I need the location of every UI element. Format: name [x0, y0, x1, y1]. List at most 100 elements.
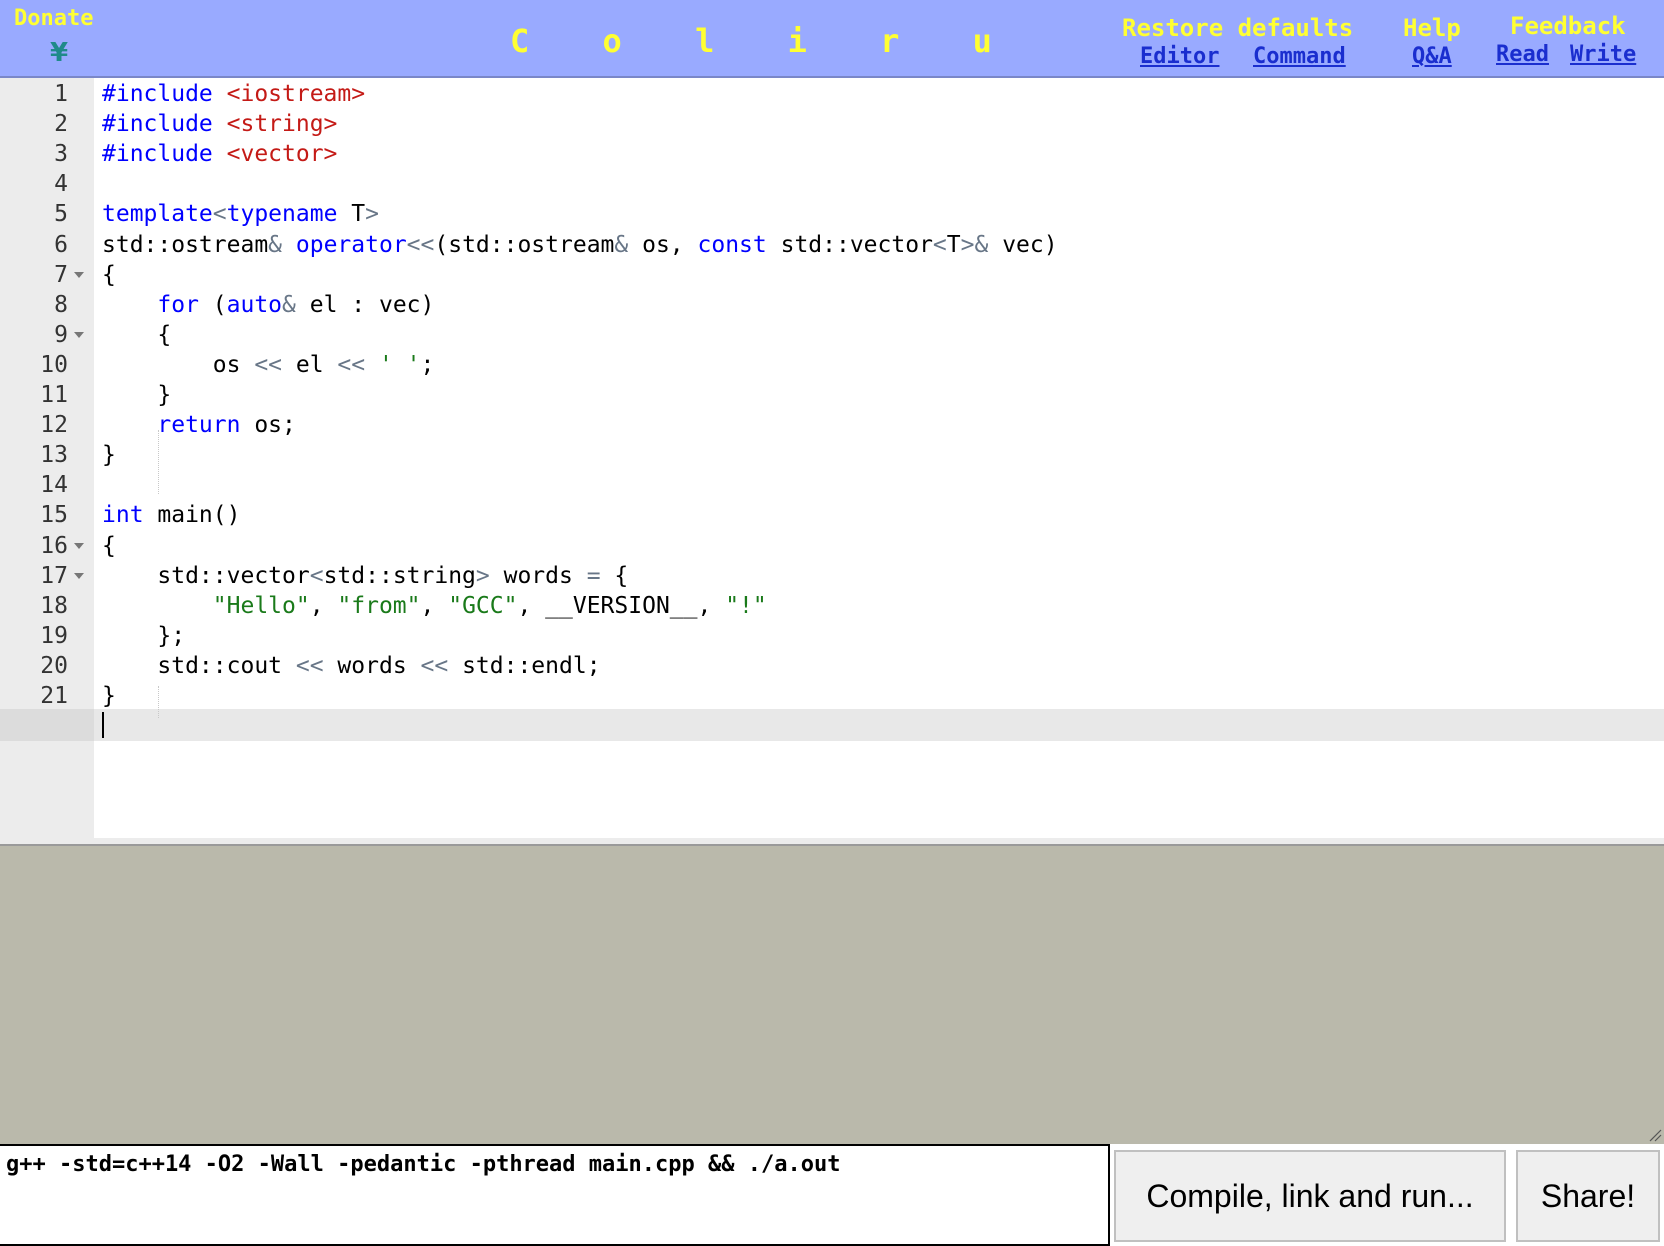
- code-line[interactable]: #include <iostream>: [102, 78, 365, 110]
- share-button[interactable]: Share!: [1516, 1150, 1660, 1242]
- code-token: std::ostream: [102, 231, 269, 258]
- feedback-heading: Feedback: [1510, 12, 1626, 40]
- line-number: 5: [54, 201, 68, 228]
- code-line[interactable]: {: [102, 259, 116, 291]
- code-token: operator: [295, 231, 407, 258]
- code-token: os,: [628, 231, 698, 258]
- code-line[interactable]: }: [102, 680, 116, 712]
- code-token: #include: [102, 111, 227, 138]
- code-token: (std::ostream: [434, 231, 615, 258]
- code-token: <: [932, 231, 947, 258]
- code-token: std::vector: [766, 231, 933, 258]
- fold-arrow-icon[interactable]: [74, 542, 84, 549]
- code-token: ' ': [378, 351, 421, 378]
- code-token: el : vec): [295, 291, 435, 318]
- code-token: {: [102, 261, 116, 288]
- yen-icon[interactable]: ¥: [50, 38, 68, 68]
- code-token: ,: [309, 592, 338, 619]
- code-token: <iostream>: [226, 81, 366, 107]
- code-token: <<: [420, 652, 449, 679]
- code-line[interactable]: os << el << ' ';: [102, 349, 435, 381]
- code-token: &: [614, 231, 629, 258]
- code-line[interactable]: for (auto& el : vec): [102, 289, 434, 321]
- app-title: C o l i r u: [510, 22, 1019, 60]
- code-token: }: [102, 442, 116, 469]
- restore-command-link[interactable]: Command: [1253, 44, 1346, 69]
- code-line[interactable]: std::cout << words << std::endl;: [102, 650, 600, 682]
- header-bar: Donate ¥ C o l i r u Restore defaults He…: [0, 0, 1664, 78]
- code-line[interactable]: std::vector<std::string> words = {: [102, 560, 628, 592]
- line-number: 9: [54, 321, 68, 348]
- code-token: const: [697, 231, 767, 258]
- active-line-gutter-highlight: [0, 709, 94, 742]
- code-line[interactable]: std::ostream& operator<<(std::ostream& o…: [102, 229, 1058, 261]
- code-line[interactable]: return os;: [102, 409, 296, 441]
- code-token: <vector>: [226, 141, 338, 168]
- line-number: 10: [40, 351, 68, 378]
- editor-divider[interactable]: [0, 838, 1664, 846]
- compile-run-button[interactable]: Compile, link and run...: [1114, 1150, 1506, 1242]
- code-token: &: [268, 231, 283, 258]
- line-number: 8: [54, 291, 68, 318]
- code-token: "Hello": [212, 592, 310, 619]
- code-line[interactable]: #include <string>: [102, 108, 337, 140]
- code-token: }: [102, 683, 116, 709]
- help-qa-link[interactable]: Q&A: [1412, 44, 1452, 69]
- code-token: =: [586, 562, 601, 589]
- fold-arrow-icon[interactable]: [74, 331, 84, 338]
- line-number: 13: [40, 442, 68, 469]
- line-number: 18: [40, 592, 68, 619]
- code-token: os;: [240, 412, 296, 439]
- code-line[interactable]: };: [102, 620, 185, 652]
- donate-link[interactable]: Donate: [14, 6, 93, 31]
- code-token: auto: [226, 291, 283, 318]
- code-line[interactable]: template<typename T>: [102, 198, 379, 230]
- code-line[interactable]: {: [102, 319, 171, 351]
- resize-grip-icon[interactable]: [1648, 1128, 1662, 1142]
- code-token: &: [282, 291, 296, 318]
- line-number: 7: [54, 261, 68, 288]
- code-token: {: [102, 321, 172, 348]
- code-token: #include: [102, 81, 227, 107]
- code-token: >: [365, 201, 379, 228]
- line-number: 19: [40, 622, 68, 649]
- fold-arrow-icon[interactable]: [74, 572, 84, 579]
- code-editor[interactable]: 12345678910111213141516171819202122 #inc…: [0, 78, 1664, 838]
- code-token: {: [600, 562, 629, 589]
- line-number: 1: [54, 81, 68, 107]
- command-input[interactable]: g++ -std=c++14 -O2 -Wall -pedantic -pthr…: [0, 1144, 1110, 1246]
- command-bar: g++ -std=c++14 -O2 -Wall -pedantic -pthr…: [0, 1144, 1664, 1246]
- line-number: 16: [40, 532, 68, 559]
- code-token: #include: [102, 141, 227, 168]
- feedback-read-link[interactable]: Read: [1496, 42, 1549, 67]
- code-line[interactable]: int main(): [102, 499, 240, 531]
- restore-editor-link[interactable]: Editor: [1140, 44, 1219, 69]
- help-heading: Help: [1403, 14, 1461, 42]
- code-token: os: [102, 351, 255, 378]
- line-number: 20: [40, 652, 68, 679]
- code-line[interactable]: }: [102, 439, 116, 471]
- code-token: for: [157, 291, 199, 318]
- output-panel: [0, 846, 1664, 1144]
- code-token: <<: [295, 652, 324, 679]
- code-line[interactable]: #include <vector>: [102, 138, 337, 170]
- code-token: vec): [988, 231, 1058, 258]
- code-token: template: [102, 201, 213, 228]
- code-line[interactable]: }: [102, 379, 171, 411]
- code-line[interactable]: {: [102, 530, 116, 562]
- code-token: <<: [254, 351, 283, 378]
- code-token: ,: [420, 592, 449, 619]
- line-number: 17: [40, 562, 68, 589]
- code-token: T: [337, 201, 366, 228]
- code-token: {: [102, 532, 116, 559]
- line-number: 15: [40, 502, 68, 529]
- code-token: (: [198, 291, 227, 318]
- text-cursor: [102, 712, 104, 739]
- code-line[interactable]: "Hello", "from", "GCC", __VERSION__, "!": [102, 590, 767, 622]
- code-token: }: [102, 382, 172, 408]
- feedback-write-link[interactable]: Write: [1570, 42, 1636, 67]
- fold-arrow-icon[interactable]: [74, 271, 84, 278]
- code-token: words: [489, 562, 587, 589]
- line-number: 14: [40, 472, 68, 499]
